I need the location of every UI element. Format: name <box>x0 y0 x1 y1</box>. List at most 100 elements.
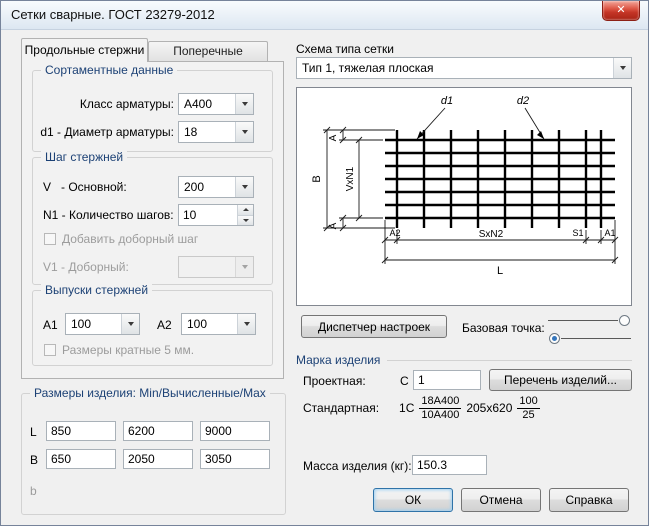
a2-combo[interactable]: 100 <box>181 313 256 335</box>
class-combo-value: А400 <box>179 94 235 114</box>
size-B-max-field[interactable] <box>200 449 270 469</box>
a1-combo[interactable]: 100 <box>65 313 140 335</box>
chevron-down-icon <box>242 130 248 134</box>
size-B-min-field[interactable] <box>46 449 116 469</box>
d1-combo-dropdown[interactable] <box>235 122 253 142</box>
tab-transverse[interactable]: Поперечные стержни <box>148 41 268 62</box>
add-step-checkbox-label: Добавить доборный шаг <box>62 232 198 246</box>
v-combo[interactable]: 200 <box>178 176 254 198</box>
help-button[interactable]: Справка <box>549 488 629 512</box>
dim-label-a-bottom: A <box>328 222 339 229</box>
class-label: Класс арматуры: <box>38 97 174 111</box>
base-point-radio-bottom-left[interactable] <box>549 333 560 344</box>
fraction-denominator: 10А400 <box>421 409 459 422</box>
chevron-down-icon <box>244 322 250 326</box>
dim-label-vxn1: VxN1 <box>345 166 356 191</box>
v1-combo <box>178 256 254 278</box>
dim-label-a-top: A <box>328 134 339 141</box>
size-L-min-field[interactable] <box>46 421 116 441</box>
v1-combo-value <box>179 257 235 277</box>
a1-combo-dropdown[interactable] <box>121 314 139 334</box>
mesh-preview: d1 d2 A A B VxN1 A2 SxN2 S1 A1 L <box>296 87 632 306</box>
dim-label-d2: d2 <box>517 95 529 107</box>
mass-label: Масса изделия (кг): <box>303 459 412 473</box>
dim-label-s1: S1 <box>572 228 583 238</box>
fraction-numerator: 100 <box>517 395 539 409</box>
cancel-button[interactable]: Отмена <box>461 488 541 512</box>
v1-label: V1 - Доборный: <box>43 260 129 274</box>
a2-label: A2 <box>157 318 172 332</box>
scheme-type-value: Тип 1, тяжелая плоская <box>297 58 613 78</box>
base-point-label: Базовая точка: <box>462 321 545 335</box>
a2-combo-value: 100 <box>182 314 237 334</box>
mark-section-header: Марка изделия <box>296 353 632 367</box>
round-5mm-checkbox-label: Размеры кратные 5 мм. <box>62 343 194 357</box>
size-row-B-label: B <box>30 453 38 467</box>
v-label: V - Основной: <box>43 180 127 194</box>
a1-combo-value: 100 <box>66 314 121 334</box>
d1-combo[interactable]: 18 <box>178 121 254 143</box>
titlebar[interactable]: Сетки сварные. ГОСТ 23279-2012 ✕ <box>1 1 648 30</box>
base-point-line <box>561 338 631 339</box>
d1-combo-value: 18 <box>179 122 235 142</box>
spin-up-button[interactable] <box>238 205 253 216</box>
v1-combo-dropdown <box>235 257 253 277</box>
dimension-lines <box>323 108 618 264</box>
size-row-L-label: L <box>30 425 37 439</box>
dialog-window: Сетки сварные. ГОСТ 23279-2012 ✕ Продоль… <box>0 0 649 526</box>
ok-button[interactable]: ОК <box>373 488 453 512</box>
size-L-max-field[interactable] <box>200 421 270 441</box>
base-point-radio-top-right[interactable] <box>619 315 630 326</box>
size-B-calc-field[interactable] <box>123 449 193 469</box>
settings-manager-button[interactable]: Диспетчер настроек <box>301 315 447 338</box>
chevron-down-icon <box>242 102 248 106</box>
fraction-denominator: 25 <box>522 409 534 422</box>
standard-mark-class-fraction: 18А400 10А400 <box>419 395 461 422</box>
section-divider <box>387 360 632 361</box>
n1-input[interactable] <box>179 205 237 225</box>
mesh-bars <box>385 130 615 228</box>
leader-arrows <box>417 131 544 139</box>
v-combo-value: 200 <box>179 177 235 197</box>
group-overhang-title: Выпуски стержней <box>41 283 152 297</box>
group-step: Шаг стержней V - Основной: 200 N1 - Коли… <box>32 157 273 285</box>
window-title: Сетки сварные. ГОСТ 23279-2012 <box>11 7 215 22</box>
size-L-calc-field[interactable] <box>123 421 193 441</box>
dimension-labels: d1 d2 A A B VxN1 A2 SxN2 S1 A1 L <box>311 95 616 277</box>
chevron-down-icon <box>620 66 626 70</box>
triangle-down-icon <box>243 219 249 222</box>
group-sizes-title: Размеры изделия: Min/Вычисленные/Max <box>30 386 270 400</box>
project-mark-field[interactable] <box>413 370 481 390</box>
v-combo-dropdown[interactable] <box>235 177 253 197</box>
size-row-b-label: b <box>30 484 37 498</box>
class-combo-dropdown[interactable] <box>235 94 253 114</box>
close-icon: ✕ <box>616 4 625 16</box>
scheme-type-combo[interactable]: Тип 1, тяжелая плоская <box>296 57 632 79</box>
group-overhang: Выпуски стержней A1 100 A2 100 Размеры к… <box>32 290 273 366</box>
checkbox-box-icon <box>44 233 56 245</box>
dim-label-a2: A2 <box>389 228 400 238</box>
d1-label: d1 - Диаметр арматуры: <box>38 125 174 139</box>
dim-label-a1: A1 <box>604 228 615 238</box>
class-combo[interactable]: А400 <box>178 93 254 115</box>
dim-label-d1: d1 <box>441 95 453 107</box>
product-list-button[interactable]: Перечень изделий... <box>489 369 632 391</box>
dialog-body: Продольные стержни Поперечные стержни Со… <box>1 29 648 525</box>
standard-mark-overhang-fraction: 100 25 <box>517 395 539 422</box>
chevron-down-icon <box>242 265 248 269</box>
close-button[interactable]: ✕ <box>602 1 640 21</box>
chevron-down-icon <box>242 185 248 189</box>
mass-field[interactable] <box>412 455 487 475</box>
group-sortament: Сортаментные данные Класс арматуры: А400… <box>32 70 273 152</box>
standard-mark-label: Стандартная: <box>303 401 379 415</box>
chevron-down-icon <box>128 322 134 326</box>
spin-down-button[interactable] <box>238 216 253 226</box>
scheme-type-dropdown[interactable] <box>613 58 631 78</box>
dim-label-b: B <box>311 175 323 182</box>
base-point-selector <box>548 311 631 349</box>
n1-spinner[interactable] <box>178 204 254 226</box>
tab-longitudinal[interactable]: Продольные стержни <box>21 38 148 62</box>
base-point-line <box>548 320 618 321</box>
fraction-numerator: 18А400 <box>419 395 461 409</box>
a2-combo-dropdown[interactable] <box>237 314 255 334</box>
